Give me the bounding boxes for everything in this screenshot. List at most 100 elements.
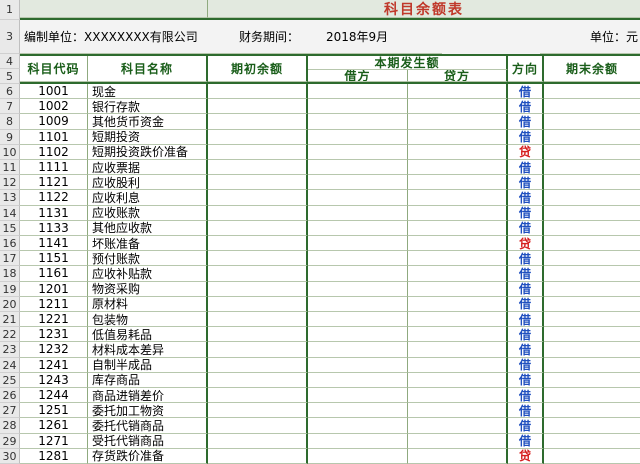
cell-debit[interactable] <box>308 205 408 221</box>
cell-closing[interactable] <box>544 418 640 434</box>
cell-closing[interactable] <box>544 175 640 191</box>
header-code[interactable]: 科目代码 <box>20 56 88 82</box>
cell-opening[interactable] <box>208 144 308 160</box>
cell-direction[interactable]: 借 <box>508 403 544 419</box>
cell-credit[interactable] <box>408 403 508 419</box>
cell-credit[interactable] <box>408 205 508 221</box>
cell-opening[interactable] <box>208 236 308 252</box>
cell-credit[interactable] <box>408 84 508 100</box>
cell-code[interactable]: 1002 <box>20 99 88 115</box>
cell-direction[interactable]: 借 <box>508 357 544 373</box>
cell-credit[interactable] <box>408 372 508 388</box>
cell-debit[interactable] <box>308 99 408 115</box>
cell-code[interactable]: 1261 <box>20 418 88 434</box>
cell-opening[interactable] <box>208 114 308 130</box>
header-closing[interactable]: 期末余额 <box>544 56 640 82</box>
cell-name[interactable]: 委托加工物资 <box>88 403 208 419</box>
header-direction[interactable]: 方向 <box>508 56 544 82</box>
cell-opening[interactable] <box>208 190 308 206</box>
cell-closing[interactable] <box>544 251 640 267</box>
cell-name[interactable]: 其他应收款 <box>88 220 208 236</box>
cell-closing[interactable] <box>544 84 640 100</box>
cell-closing[interactable] <box>544 99 640 115</box>
cell-credit[interactable] <box>408 99 508 115</box>
row-number[interactable]: 30 <box>0 448 20 464</box>
cell-debit[interactable] <box>308 296 408 312</box>
cell-closing[interactable] <box>544 342 640 358</box>
cell-name[interactable]: 坏账准备 <box>88 236 208 252</box>
cell-credit[interactable] <box>408 220 508 236</box>
cell-opening[interactable] <box>208 327 308 343</box>
cell-direction[interactable]: 借 <box>508 388 544 404</box>
cell-code[interactable]: 1111 <box>20 160 88 176</box>
cell-credit[interactable] <box>408 251 508 267</box>
cell-direction[interactable]: 借 <box>508 281 544 297</box>
cell-opening[interactable] <box>208 342 308 358</box>
row-number[interactable]: 23 <box>0 342 20 358</box>
cell-opening[interactable] <box>208 129 308 145</box>
cell-name[interactable]: 应收股利 <box>88 175 208 191</box>
cell-debit[interactable] <box>308 433 408 449</box>
cell-opening[interactable] <box>208 418 308 434</box>
cell-debit[interactable] <box>308 266 408 282</box>
cell-code[interactable]: 1121 <box>20 175 88 191</box>
cell-name[interactable]: 短期投资跌价准备 <box>88 144 208 160</box>
cell-closing[interactable] <box>544 403 640 419</box>
cell-credit[interactable] <box>408 312 508 328</box>
cell-credit[interactable] <box>408 236 508 252</box>
row-number[interactable]: 9 <box>0 129 20 145</box>
cell-name[interactable]: 委托代销商品 <box>88 418 208 434</box>
row-number[interactable]: 24 <box>0 357 20 373</box>
cell-code[interactable]: 1201 <box>20 281 88 297</box>
header-debit[interactable]: 借方 <box>308 70 408 82</box>
cell-closing[interactable] <box>544 282 640 297</box>
cell-empty[interactable] <box>20 0 208 18</box>
cell-debit[interactable] <box>308 175 408 191</box>
cell-closing[interactable] <box>544 312 640 328</box>
cell-closing[interactable] <box>544 388 640 404</box>
cell-credit[interactable] <box>408 388 508 404</box>
cell-direction[interactable]: 借 <box>508 99 544 115</box>
cell-closing[interactable] <box>544 236 640 252</box>
cell-direction[interactable]: 借 <box>508 84 544 100</box>
cell-credit[interactable] <box>408 342 508 358</box>
cell-debit[interactable] <box>308 114 408 130</box>
cell-code[interactable]: 1251 <box>20 403 88 419</box>
cell-direction[interactable]: 借 <box>508 114 544 130</box>
cell-code[interactable]: 1241 <box>20 357 88 373</box>
cell-opening[interactable] <box>208 372 308 388</box>
cell-opening[interactable] <box>208 281 308 297</box>
cell-closing[interactable] <box>544 327 640 343</box>
cell-direction[interactable]: 借 <box>508 129 544 145</box>
cell-opening[interactable] <box>208 84 308 100</box>
cell-debit[interactable] <box>308 357 408 373</box>
cell-credit[interactable] <box>408 160 508 176</box>
cell-name[interactable]: 存货跌价准备 <box>88 448 208 464</box>
cell-credit[interactable] <box>408 129 508 145</box>
cell-debit[interactable] <box>308 403 408 419</box>
cell-closing[interactable] <box>544 358 640 373</box>
header-current[interactable]: 本期发生额 <box>308 56 508 70</box>
row-number[interactable]: 22 <box>0 327 20 343</box>
cell-name[interactable]: 库存商品 <box>88 372 208 388</box>
cell-credit[interactable] <box>408 175 508 191</box>
cell-debit[interactable] <box>308 129 408 145</box>
cell-credit[interactable] <box>408 448 508 464</box>
cell-opening[interactable] <box>208 403 308 419</box>
cell-debit[interactable] <box>308 312 408 328</box>
cell-closing[interactable] <box>544 145 640 160</box>
cell-name[interactable]: 银行存款 <box>88 99 208 115</box>
cell-code[interactable]: 1131 <box>20 205 88 221</box>
cell-name[interactable]: 应收补贴款 <box>88 266 208 282</box>
cell-direction[interactable]: 借 <box>508 160 544 176</box>
cell-direction[interactable]: 借 <box>508 205 544 221</box>
cell-credit[interactable] <box>408 266 508 282</box>
cell-code[interactable]: 1232 <box>20 342 88 358</box>
cell-debit[interactable] <box>308 418 408 434</box>
row-number[interactable]: 27 <box>0 403 20 419</box>
cell-code[interactable]: 1244 <box>20 388 88 404</box>
cell-opening[interactable] <box>208 266 308 282</box>
row-number[interactable]: 19 <box>0 281 20 297</box>
row-number[interactable]: 21 <box>0 312 20 328</box>
cell-debit[interactable] <box>308 190 408 206</box>
